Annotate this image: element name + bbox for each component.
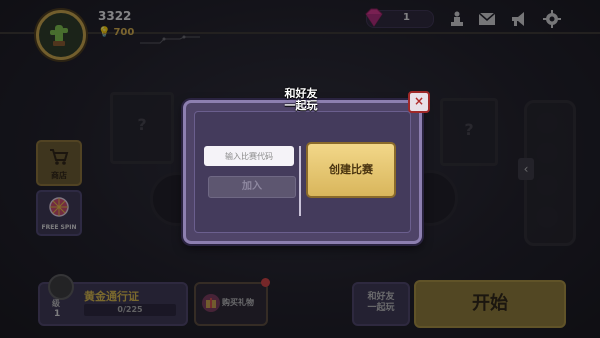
join-button[interactable]: 加入 (208, 176, 296, 198)
close-icon[interactable]: × (408, 91, 430, 113)
modal-title-line2: 一起玩 (284, 99, 318, 112)
match-code-input[interactable] (204, 146, 294, 166)
create-match-button[interactable]: 创建比赛 (306, 142, 396, 198)
modal-title: 和好友 一起玩 (276, 88, 326, 112)
modal-divider (299, 146, 301, 216)
